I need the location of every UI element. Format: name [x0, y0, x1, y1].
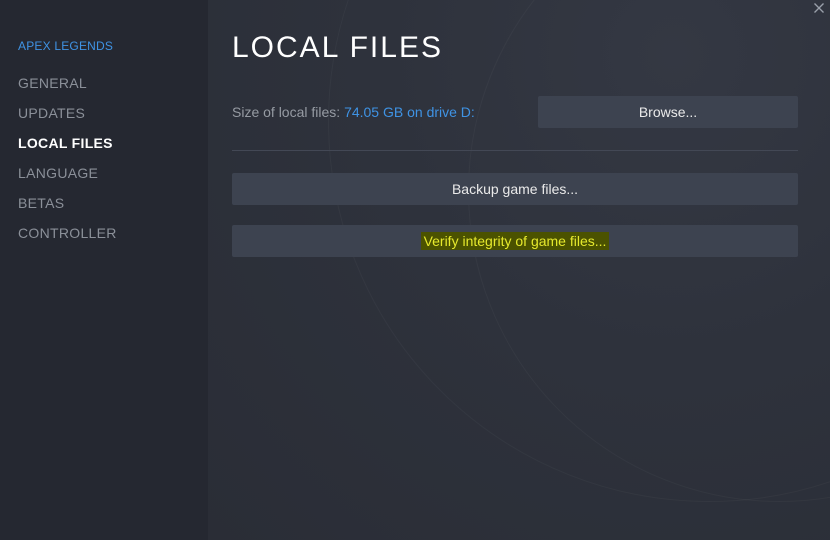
- local-files-size: Size of local files: 74.05 GB on drive D…: [232, 104, 475, 120]
- game-title: APEX LEGENDS: [18, 39, 114, 53]
- browse-button[interactable]: Browse...: [538, 96, 798, 128]
- sidebar-nav: GENERAL UPDATES LOCAL FILES LANGUAGE BET…: [18, 73, 117, 253]
- sidebar: APEX LEGENDS GENERAL UPDATES LOCAL FILES…: [0, 0, 208, 540]
- sidebar-item-general[interactable]: GENERAL: [18, 73, 117, 103]
- backup-game-files-button[interactable]: Backup game files...: [232, 173, 798, 205]
- sidebar-item-language[interactable]: LANGUAGE: [18, 163, 117, 193]
- properties-window: APEX LEGENDS GENERAL UPDATES LOCAL FILES…: [0, 0, 830, 540]
- sidebar-item-updates[interactable]: UPDATES: [18, 103, 117, 133]
- sidebar-item-controller[interactable]: CONTROLLER: [18, 223, 117, 253]
- verify-integrity-button[interactable]: Verify integrity of game files...: [232, 225, 798, 257]
- size-label: Size of local files:: [232, 104, 341, 120]
- close-button[interactable]: [808, 0, 830, 18]
- size-value-link[interactable]: 74.05 GB on drive D:: [344, 104, 475, 120]
- main-panel: LOCAL FILES Size of local files: 74.05 G…: [208, 0, 830, 540]
- close-icon: [814, 3, 824, 13]
- verify-integrity-label: Verify integrity of game files...: [420, 232, 610, 250]
- sidebar-item-local-files[interactable]: LOCAL FILES: [18, 133, 117, 163]
- divider: [232, 150, 798, 151]
- page-title: LOCAL FILES: [232, 31, 443, 64]
- sidebar-item-betas[interactable]: BETAS: [18, 193, 117, 223]
